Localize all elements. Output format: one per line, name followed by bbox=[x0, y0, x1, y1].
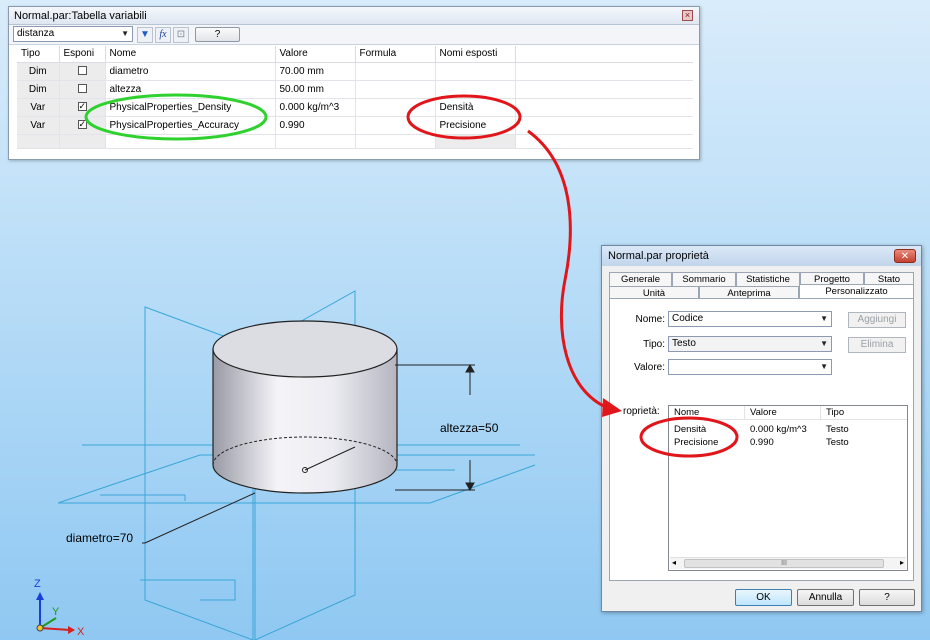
red-highlight-ellipse bbox=[639, 416, 739, 458]
red-arrow-curve bbox=[527, 129, 609, 410]
red-arrow-head bbox=[602, 398, 622, 417]
annotation-overlay bbox=[527, 129, 739, 458]
